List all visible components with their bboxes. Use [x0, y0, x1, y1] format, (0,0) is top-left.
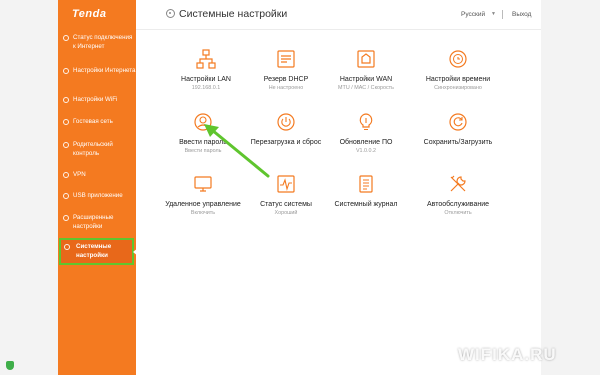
maintenance-icon [450, 175, 466, 192]
sidebar-item-system[interactable]: Системные настройки [59, 238, 138, 265]
tile-sub: Отключить [444, 210, 472, 216]
divider [502, 10, 503, 19]
tile-dhcp[interactable]: Резерв DHCP Не настроено [242, 48, 330, 91]
tile-label: Автообслуживание [426, 201, 490, 208]
backup-icon [449, 113, 467, 131]
sidebar-item-label: Гостевая сеть [73, 118, 113, 125]
tile-lan[interactable]: Настройки LAN 192.168.0.1 [162, 48, 250, 91]
advanced-icon [63, 215, 69, 221]
tile-reboot[interactable]: Перезагрузка и сброс [242, 111, 330, 148]
tenda-logo: Tenda [72, 8, 107, 20]
status-icon [277, 175, 295, 193]
sidebar-item-guest[interactable]: Гостевая сеть [58, 118, 136, 127]
tile-sub: Ввести пароль [184, 148, 222, 154]
tile-label: Системный журнал [334, 201, 398, 208]
log-icon [359, 175, 373, 193]
dhcp-icon [277, 50, 295, 68]
remote-icon [194, 176, 212, 192]
sidebar-item-vpn[interactable]: VPN [58, 171, 136, 180]
guest-icon [63, 119, 69, 125]
tile-sub: Синхронизировано [434, 85, 482, 91]
sidebar-item-label: Настройки WiFi [73, 96, 118, 103]
tile-label: Перезагрузка и сброс [250, 139, 322, 146]
sidebar-item-label: Системные настройки [76, 243, 112, 259]
logout-link[interactable]: Выход [512, 11, 531, 18]
wifi-icon [63, 97, 69, 103]
sidebar-item-label: Родительский контроль [73, 141, 113, 157]
sidebar-item-internet-status[interactable]: Статус подключения к Интернет [58, 34, 136, 51]
wan-icon [357, 50, 375, 68]
tile-label: Статус системы [260, 201, 312, 208]
tile-remote[interactable]: Удаленное управление Включить [159, 173, 247, 216]
sidebar-item-label: USB приложение [73, 192, 123, 199]
chevron-down-icon[interactable]: ▼ [491, 11, 496, 17]
tile-label: Обновление ПО [339, 139, 393, 146]
sidebar-item-label: Статус подключения к Интернет [73, 34, 133, 50]
tile-wan[interactable]: Настройки WAN MTU / MAC / Скорость [322, 48, 410, 91]
sidebar-item-parental[interactable]: Родительский контроль [58, 141, 136, 158]
tile-label: Настройки LAN [181, 76, 231, 83]
sidebar: Tenda Статус подключения к Интернет Наст… [58, 0, 138, 375]
globe-icon [63, 35, 69, 41]
gear-icon [64, 244, 70, 250]
tile-sub: Включить [190, 210, 216, 216]
tile-label: Сохранить/Загрузить [423, 139, 493, 146]
lan-icon [196, 49, 216, 69]
tile-maintenance[interactable]: Автообслуживание Отключить [414, 173, 502, 216]
reboot-icon [277, 113, 295, 131]
language-select[interactable]: Русский [461, 11, 485, 18]
tile-sub: 192.168.0.1 [191, 85, 221, 91]
shield-icon [6, 361, 14, 370]
password-icon [194, 113, 212, 131]
sidebar-item-label: VPN [73, 171, 86, 178]
sidebar-item-label: Расширенные настройки [73, 214, 114, 230]
sidebar-item-internet-settings[interactable]: Настройки Интернета [58, 67, 136, 76]
tile-sub: Не настроено [268, 85, 304, 91]
tile-firmware[interactable]: Обновление ПО V1.0.0.2 [322, 111, 410, 154]
tile-label: Ввести пароль [179, 139, 227, 146]
tile-status[interactable]: Статус системы Хороший [242, 173, 330, 216]
tile-label: Настройки WAN [339, 76, 393, 83]
window-frame-right [541, 0, 600, 375]
tile-sub: MTU / MAC / Скорость [338, 85, 394, 91]
sidebar-item-usb[interactable]: USB приложение [58, 192, 136, 201]
sidebar-item-label: Настройки Интернета [73, 67, 136, 74]
tile-time[interactable]: Настройки времени Синхронизировано [414, 48, 502, 91]
sidebar-item-advanced[interactable]: Расширенные настройки [58, 214, 136, 231]
clock-icon [449, 50, 467, 68]
tile-backup[interactable]: Сохранить/Загрузить [414, 111, 502, 148]
tile-log[interactable]: Системный журнал [322, 173, 410, 210]
main-panel: Системные настройки Русский ▼ Выход Наст… [136, 0, 541, 375]
tile-sub: V1.0.0.2 [355, 148, 377, 154]
tile-sub: Хороший [274, 210, 298, 216]
vpn-icon [63, 172, 69, 178]
globe-icon [63, 68, 69, 74]
firmware-icon [359, 113, 373, 131]
window-frame-left [0, 0, 58, 375]
tile-label: Резерв DHCP [263, 76, 309, 83]
tile-label: Удаленное управление [165, 201, 241, 208]
page-title: Системные настройки [179, 8, 288, 20]
parental-icon [63, 142, 69, 148]
sidebar-item-wifi[interactable]: Настройки WiFi [58, 96, 136, 105]
watermark: WIFIKA.RU [458, 345, 557, 364]
header: Системные настройки Русский ▼ Выход [136, 0, 541, 30]
usb-icon [63, 193, 69, 199]
tile-password[interactable]: Ввести пароль Ввести пароль [159, 111, 247, 154]
tile-label: Настройки времени [425, 76, 491, 83]
gear-icon [166, 9, 175, 18]
